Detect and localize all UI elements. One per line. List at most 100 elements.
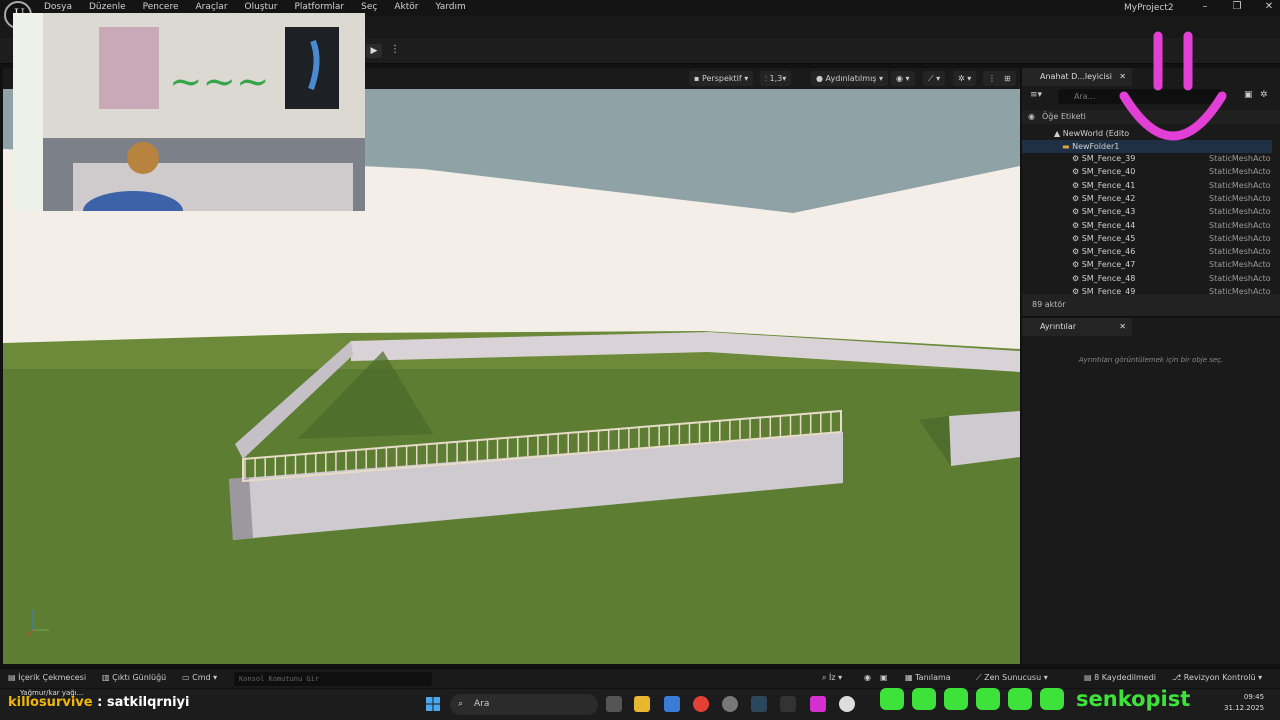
menu-olustur[interactable]: Oluştur [245,2,287,12]
trace-dropdown[interactable]: ⌕ İz ▾ [822,673,842,683]
clock-time: 09:45 [1243,693,1265,701]
cmd-dropdown[interactable]: ▭ Cmd ▾ [182,673,217,682]
project-name: MyProject2 [1124,3,1174,13]
unreal-engine-icon[interactable] [839,696,855,712]
content-drawer-button[interactable]: ▤ İçerik Çekmecesi [8,673,86,682]
steam-icon[interactable] [751,696,767,712]
row-type: StaticMeshActo [1209,207,1271,217]
lighting-dropdown[interactable]: ● Aydınlatılmış ▾ [811,71,889,86]
layout-icon: ⊞ [1004,74,1011,83]
row-type: StaticMeshActo [1209,273,1271,283]
outliner-row[interactable]: ⚙ SM_Fence_40 StaticMeshActo [1022,165,1272,178]
settings-dropdown[interactable]: ✲ ▾ [953,71,977,86]
output-log-label: Çıktı Günlüğü [112,673,167,682]
revision-control-button[interactable]: ⎇ Revizyon Kontrolü ▾ [1172,673,1262,682]
unsaved-button[interactable]: ▤ 8 Kaydedilmedi [1084,673,1156,682]
diagnostics-button[interactable]: ▦ Tanılama [905,673,951,682]
clock-date: 31.12.2025 [1224,704,1265,712]
outliner-row[interactable]: ⚙ SM_Fence_47 StaticMeshActo [1022,258,1272,271]
minimize-button[interactable]: – [1198,1,1212,12]
record-icon[interactable]: ◉ [864,673,871,682]
menu-araclar[interactable]: Araçlar [195,2,236,12]
details-panel: Ayrıntılar ✕ Ayrıntıları görüntülemek iç… [1022,318,1280,664]
row-type: StaticMeshActo [1209,180,1271,190]
toolbar-more-icon[interactable]: ⋮ [390,44,400,55]
menu-dosya[interactable]: Dosya [44,2,81,12]
fov-dropdown[interactable]: ⫶ 1,3▾ [760,71,792,86]
store-icon[interactable] [664,696,680,712]
chrome-icon[interactable] [693,696,709,712]
row-name: SM_Fence_45 [1081,233,1136,243]
taskbar-search[interactable]: ⌕ Ara [450,694,598,715]
like-icon [1008,688,1032,710]
smiley-overlay [1119,31,1227,141]
static-mesh-icon: ⚙ [1072,154,1082,163]
epic-games-icon[interactable] [780,696,796,712]
static-mesh-icon: ⚙ [1072,273,1082,283]
lighting-label: Aydınlatılmış [825,74,877,83]
zen-label: Zen Sunucusu [984,673,1042,682]
stream-ticker: killosurvive : satkilqrniyi [8,695,189,710]
snap-icon: ⟋ [928,74,934,83]
outliner-row[interactable]: ⚙ SM_Fence_43 StaticMeshActo [1022,205,1272,218]
settings-icon[interactable]: ✲ [1260,90,1268,100]
camera-icon[interactable]: ▣ [880,673,888,682]
console-input[interactable]: Konsol Komutunu Gir [234,672,432,686]
stream-name: killosurvive [8,695,93,710]
details-tab-label: Ayrıntılar [1040,322,1077,331]
folder-icon: ▬ [1062,142,1073,151]
outliner-row[interactable]: ⚙ SM_Fence_42 StaticMeshActo [1022,192,1272,205]
more-icon: ⋮ [988,74,996,83]
maximize-button[interactable]: ❐ [1230,1,1244,12]
trace-label: İz [829,673,836,682]
task-view-icon[interactable] [606,696,622,712]
taskbar-clock[interactable]: 09:45 31.12.2025 [1224,692,1264,714]
row-type: StaticMeshActo [1209,220,1271,230]
cmd-label: Cmd [192,673,211,682]
close-button[interactable]: ✕ [1262,1,1276,12]
stream-text: : satkilqrniyi [97,695,190,710]
show-dropdown[interactable]: ◉ ▾ [891,71,915,86]
content-drawer-label: İçerik Çekmecesi [18,673,87,682]
outliner-row[interactable]: ⚙ SM_Fence_41 StaticMeshActo [1022,179,1272,192]
zen-server-dropdown[interactable]: ⟋ Zen Sunucusu ▾ [976,673,1048,683]
perspective-dropdown[interactable]: ▪ Perspektif ▾ [689,71,754,86]
menu-pencere[interactable]: Pencere [143,2,188,12]
menu-platformlar[interactable]: Platformlar [294,2,353,12]
svg-text:~~~: ~~~ [169,59,270,105]
output-log-button[interactable]: ▥ Çıktı Günlüğü [102,673,166,682]
outliner-row[interactable]: ⚙ SM_Fence_44 StaticMeshActo [1022,219,1272,232]
camera-icon: ▪ [694,74,702,83]
filter-icon[interactable]: ≡▾ [1030,90,1042,100]
play-button[interactable]: ▶ [366,44,382,58]
row-name: SM_Fence_41 [1081,180,1136,190]
outliner-row[interactable]: ⚙ SM_Fence_46 StaticMeshActo [1022,245,1272,258]
static-mesh-icon: ⚙ [1072,247,1082,257]
row-name: SM_Fence_40 [1081,167,1136,177]
social-overlay: senkopist [880,684,1190,714]
menu-aktor[interactable]: Aktör [394,2,427,12]
add-folder-icon[interactable]: ▣ [1244,90,1253,100]
sphere-icon: ● [816,74,826,83]
outliner-row[interactable]: ⚙ SM_Fence_48 StaticMeshActo [1022,272,1272,285]
layout-button[interactable]: ⊞ [999,71,1016,86]
obs-icon[interactable] [722,696,738,712]
menu-duzenle[interactable]: Düzenle [89,2,135,12]
close-icon[interactable]: ✕ [1119,318,1126,336]
outliner-row[interactable]: ⚙ SM_Fence_45 StaticMeshActo [1022,232,1272,245]
menu-sec[interactable]: Seç [361,2,386,12]
row-name: SM_Fence_47 [1081,260,1136,270]
file-explorer-icon[interactable] [634,696,650,712]
static-mesh-icon: ⚙ [1072,180,1082,190]
windows-start-icon[interactable] [426,697,440,711]
snap-dropdown[interactable]: ⟋ ▾ [923,71,946,86]
search-icon: ⌕ [458,699,464,709]
kick-icon [944,688,968,710]
menu-yardim[interactable]: Yardım [435,2,474,12]
row-type: StaticMeshActo [1209,193,1271,203]
tab-details[interactable]: Ayrıntılar ✕ [1022,318,1132,336]
right-fence-wall [949,411,1020,466]
outliner-tab-label: Anahat D...leyicisi [1040,72,1112,81]
instagram-icon [880,688,904,710]
app-icon[interactable] [810,696,826,712]
